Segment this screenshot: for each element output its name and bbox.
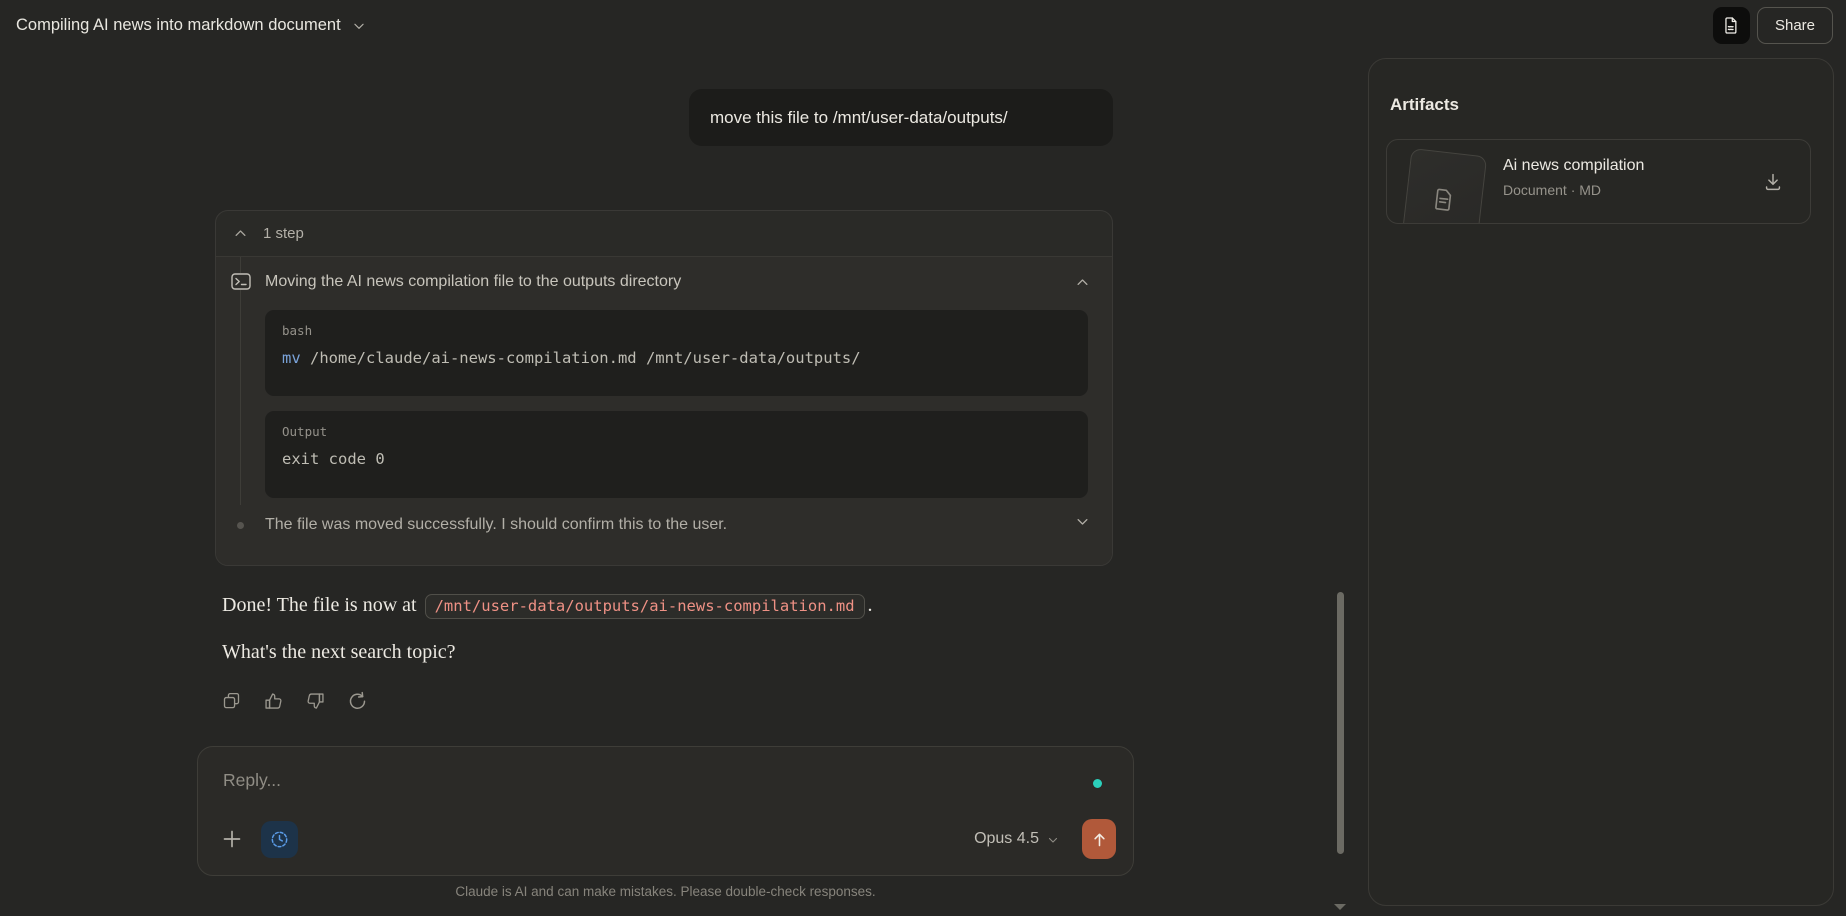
- step-title: Moving the AI news compilation file to t…: [265, 273, 681, 290]
- bash-code-block: bash mv /home/claude/ai-news-compilation…: [265, 310, 1088, 396]
- message-action-row: [220, 690, 368, 712]
- bash-keyword: mv: [282, 349, 301, 367]
- scroll-down-arrow-icon[interactable]: [1334, 904, 1346, 910]
- thought-text: The file was moved successfully. I shoul…: [265, 516, 727, 533]
- artifact-name: Ai news compilation: [1503, 157, 1644, 175]
- artifact-preview-button[interactable]: [1713, 7, 1750, 44]
- bash-arguments: /home/claude/ai-news-compilation.md /mnt…: [301, 349, 861, 367]
- response-text-after: .: [868, 594, 873, 616]
- reply-composer[interactable]: Reply... Opus 4.5: [197, 746, 1134, 876]
- steps-body: Moving the AI news compilation file to t…: [216, 257, 1112, 566]
- response-text-before: Done! The file is now at: [222, 594, 422, 616]
- plus-icon[interactable]: [220, 827, 244, 851]
- artifact-meta: Document · MD: [1503, 182, 1644, 198]
- status-dot: [1093, 779, 1102, 788]
- chevron-down-icon: [352, 19, 366, 33]
- history-clock-button[interactable]: [261, 821, 298, 858]
- artifact-document-icon: [1429, 185, 1460, 216]
- artifacts-panel: Artifacts Ai news compilation Document ·…: [1368, 58, 1834, 906]
- copy-icon[interactable]: [220, 690, 242, 712]
- terminal-icon: [231, 273, 251, 290]
- send-arrow-icon: [1090, 830, 1109, 849]
- top-actions: Share: [1713, 7, 1833, 44]
- step-timeline-line: [240, 257, 241, 505]
- thumbs-up-icon[interactable]: [262, 690, 284, 712]
- steps-count-label: 1 step: [263, 225, 304, 242]
- model-name: Opus 4.5: [974, 830, 1039, 848]
- model-selector[interactable]: Opus 4.5: [974, 830, 1059, 848]
- user-message-text: move this file to /mnt/user-data/outputs…: [710, 108, 1008, 128]
- download-icon[interactable]: [1762, 171, 1784, 193]
- artifact-info: Ai news compilation Document · MD: [1503, 157, 1644, 198]
- chat-title-menu[interactable]: Compiling AI news into markdown document: [16, 11, 366, 39]
- scrollbar-thumb[interactable]: [1337, 592, 1344, 854]
- ai-disclaimer: Claude is AI and can make mistakes. Plea…: [197, 884, 1134, 899]
- bash-command: mv /home/claude/ai-news-compilation.md /…: [282, 349, 1071, 367]
- send-button[interactable]: [1082, 819, 1116, 859]
- inline-code-path: /mnt/user-data/outputs/ai-news-compilati…: [425, 594, 865, 619]
- output-block: Output exit code 0: [265, 411, 1088, 498]
- document-icon: [1722, 16, 1741, 35]
- composer-toolbar: Opus 4.5: [220, 818, 1116, 860]
- chevron-down-icon: [1047, 834, 1059, 846]
- output-label: Output: [282, 424, 1071, 439]
- chat-title: Compiling AI news into markdown document: [16, 16, 341, 35]
- artifact-thumbnail: [1401, 148, 1487, 224]
- step-title-row[interactable]: Moving the AI news compilation file to t…: [216, 257, 1112, 293]
- chevron-down-icon: [1075, 514, 1090, 529]
- assistant-response-line1: Done! The file is now at /mnt/user-data/…: [222, 590, 1122, 621]
- user-message-bubble: move this file to /mnt/user-data/outputs…: [689, 89, 1113, 146]
- thought-row[interactable]: The file was moved successfully. I shoul…: [216, 514, 1112, 536]
- output-text: exit code 0: [282, 450, 1071, 468]
- code-language-label: bash: [282, 323, 1071, 338]
- thumbs-down-icon[interactable]: [304, 690, 326, 712]
- chevron-up-icon: [233, 226, 248, 241]
- steps-card: 1 step Moving the AI news compilation fi…: [215, 210, 1113, 566]
- assistant-response-line2: What's the next search topic?: [222, 641, 456, 664]
- bullet-dot-icon: [237, 522, 244, 529]
- clock-icon: [269, 829, 290, 850]
- reply-input[interactable]: Reply...: [223, 770, 281, 791]
- retry-icon[interactable]: [346, 690, 368, 712]
- artifact-card[interactable]: Ai news compilation Document · MD: [1386, 139, 1811, 224]
- artifacts-panel-title: Artifacts: [1390, 95, 1459, 115]
- steps-toggle[interactable]: 1 step: [216, 211, 1112, 257]
- chevron-up-icon: [1075, 275, 1090, 290]
- share-button[interactable]: Share: [1757, 7, 1833, 44]
